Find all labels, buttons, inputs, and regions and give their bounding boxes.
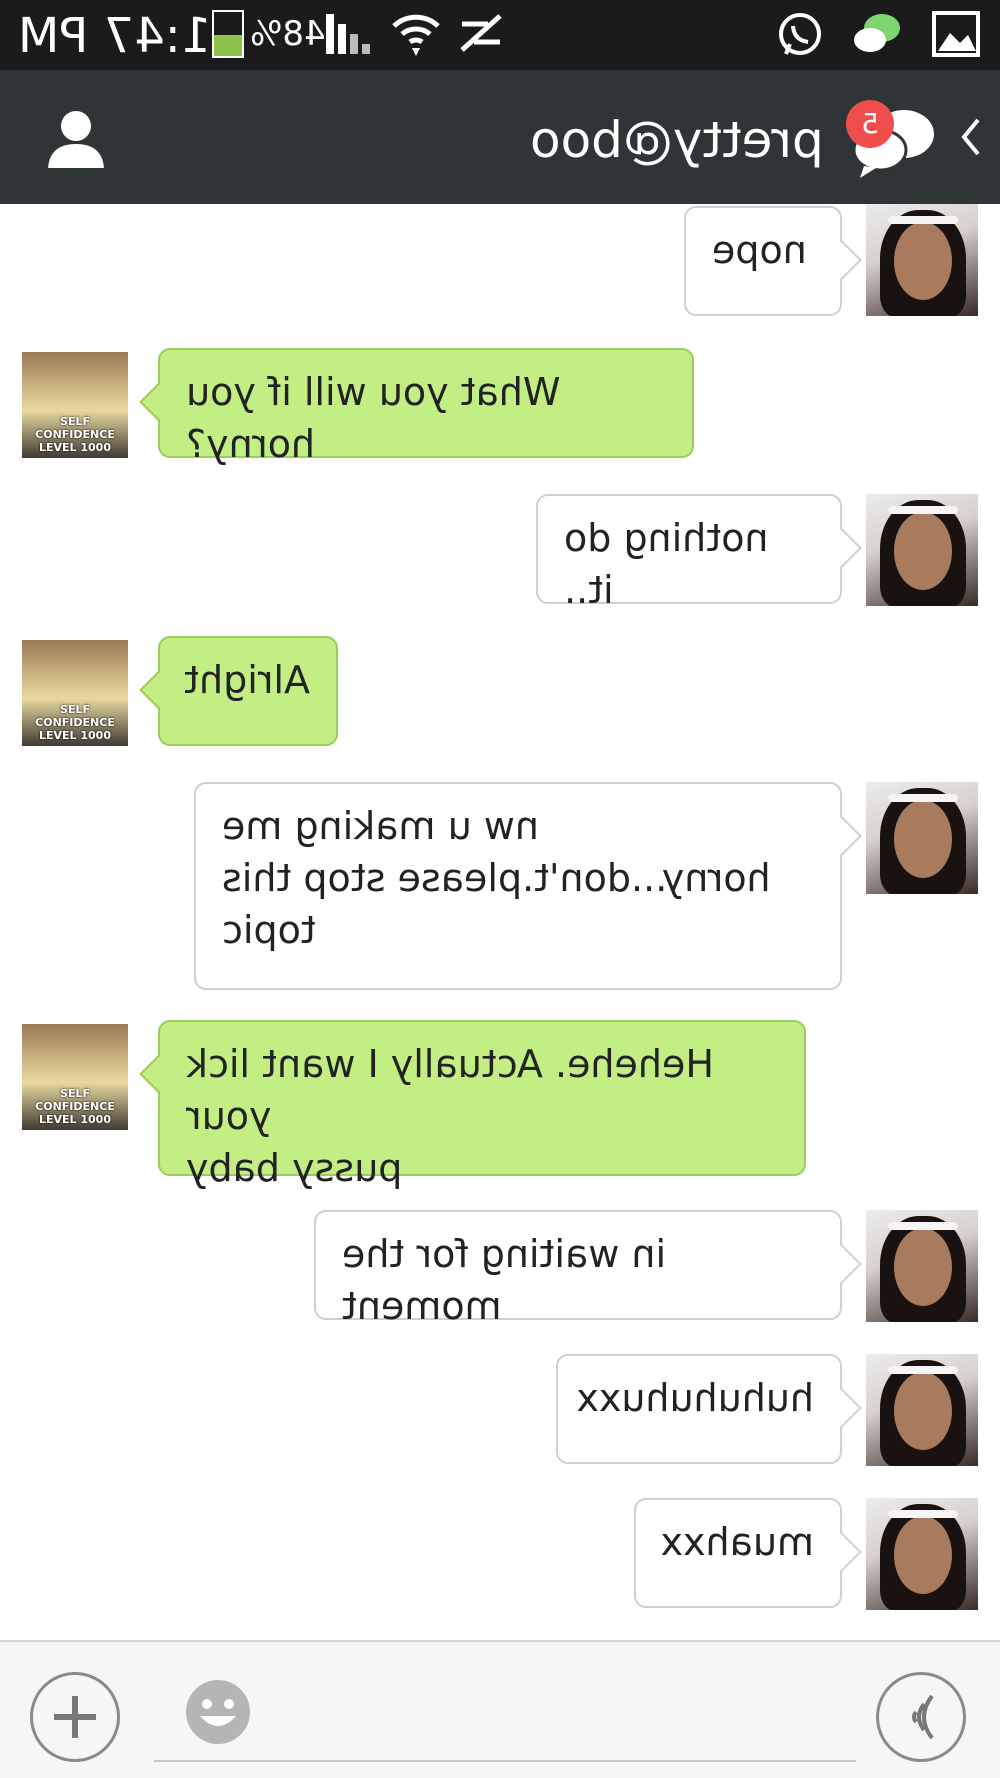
no-sync-icon <box>460 14 502 52</box>
status-time: 1:47 PM <box>18 8 212 64</box>
profile-button[interactable] <box>40 102 112 174</box>
voice-button[interactable] <box>876 1672 966 1762</box>
contact-avatar[interactable] <box>866 1210 978 1322</box>
voice-wave-icon <box>912 1694 934 1740</box>
my-avatar[interactable]: SELF CONFIDENCE LEVEL 1000 <box>22 1024 128 1130</box>
received-message[interactable]: in waiting for the moment <box>314 1210 842 1328</box>
wifi-icon <box>392 14 440 56</box>
sent-message[interactable]: What you will if you horny? <box>158 348 694 466</box>
image-notification-icon <box>932 11 980 57</box>
message-input-field[interactable] <box>154 1760 856 1762</box>
contact-avatar[interactable] <box>866 782 978 894</box>
contact-avatar[interactable] <box>866 1498 978 1610</box>
wechat-notification-icon <box>854 14 900 52</box>
input-bar <box>0 1640 1000 1778</box>
unread-badge: 5 <box>846 100 894 148</box>
received-message[interactable]: muahxx <box>634 1498 842 1608</box>
contact-avatar[interactable] <box>866 1354 978 1466</box>
battery-percent: 48% <box>250 14 326 54</box>
sent-message[interactable]: Hehehe. Actually I want lick your pussy … <box>158 1020 806 1190</box>
chats-button[interactable]: 5 <box>846 100 942 180</box>
chat-header: pretty@boo 5 <box>0 70 1000 204</box>
battery-icon <box>212 10 244 58</box>
message-list[interactable]: nope SELF CONFIDENCE LEVEL 1000 What you… <box>0 204 1000 1640</box>
received-message[interactable]: nw u making me horny...don't.please stop… <box>194 782 842 990</box>
chat-title: pretty@boo <box>530 111 824 169</box>
status-bar: 1:47 PM 48% <box>0 0 1000 70</box>
attach-button[interactable] <box>30 1672 120 1762</box>
whatsapp-icon <box>779 13 821 55</box>
smiley-icon[interactable] <box>184 1678 252 1746</box>
sent-message[interactable]: Alright <box>158 636 338 746</box>
signal-icon <box>326 14 370 54</box>
my-avatar[interactable]: SELF CONFIDENCE LEVEL 1000 <box>22 640 128 746</box>
chevron-left-icon[interactable] <box>956 112 986 162</box>
received-message[interactable]: huhuhuhuxx <box>556 1354 842 1464</box>
contact-avatar[interactable] <box>866 494 978 606</box>
person-icon <box>48 111 104 168</box>
my-avatar[interactable]: SELF CONFIDENCE LEVEL 1000 <box>22 352 128 458</box>
contact-avatar[interactable] <box>866 204 978 316</box>
received-message[interactable]: nope <box>684 206 842 316</box>
plus-icon <box>54 1696 96 1738</box>
received-message[interactable]: nothing do it.. <box>536 494 842 612</box>
